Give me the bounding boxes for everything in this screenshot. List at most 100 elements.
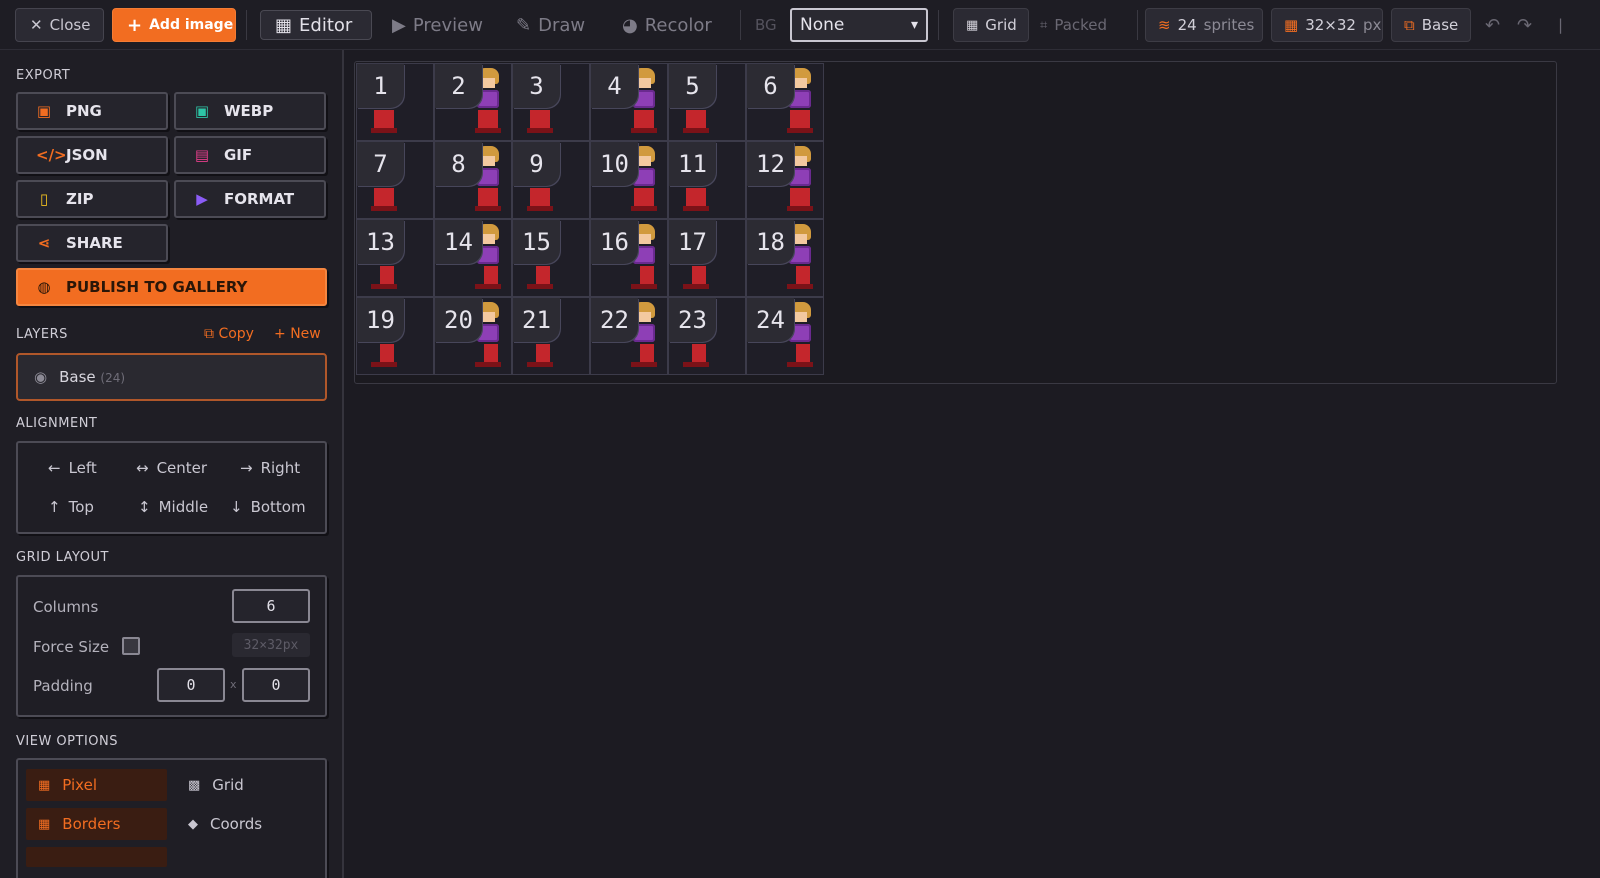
sprite-cell[interactable]: 24 bbox=[746, 297, 824, 375]
sprite-index-label: 21 bbox=[513, 298, 560, 342]
padding-label: Padding bbox=[33, 677, 93, 695]
sprite-cell[interactable]: 3 bbox=[512, 63, 590, 141]
export-format-button[interactable]: ▶ FORMAT bbox=[174, 180, 326, 218]
sprite-cell[interactable]: 5 bbox=[668, 63, 746, 141]
sprite-cell[interactable]: 23 bbox=[668, 297, 746, 375]
sprite-cell[interactable]: 22 bbox=[590, 297, 668, 375]
view-borders-toggle[interactable]: ▦ Borders bbox=[26, 808, 167, 840]
file-export-icon: ▶ bbox=[196, 190, 208, 208]
border-icon: ▦ bbox=[38, 816, 51, 832]
sprite-sheet[interactable]: 1 2 3 4 5 6 7 8 9 10 11 12 13 14 15 16 17 18 19 20 21 22 23 24 bbox=[356, 63, 824, 375]
sprite-index-label: 4 bbox=[591, 64, 638, 108]
sprite-index-label: 3 bbox=[513, 64, 560, 108]
sprite-cell[interactable]: 1 bbox=[356, 63, 434, 141]
tab-editor[interactable]: ▦ Editor bbox=[260, 10, 372, 40]
divider bbox=[740, 10, 741, 40]
layer-row-base[interactable]: ◉ Base (24) bbox=[16, 353, 327, 401]
copy-layer-button[interactable]: ⧉ Copy bbox=[204, 326, 254, 342]
sprite-cell[interactable]: 18 bbox=[746, 219, 824, 297]
divider bbox=[938, 10, 939, 40]
align-right-button[interactable]: → Right bbox=[240, 459, 300, 477]
close-button[interactable]: ✕ Close bbox=[15, 8, 104, 42]
top-toolbar: ✕ Close + Add image ▦ Editor ▶ Preview ✎… bbox=[0, 0, 1600, 50]
sprite-cell[interactable]: 17 bbox=[668, 219, 746, 297]
more-icon[interactable]: | bbox=[1558, 8, 1563, 42]
sprite-index-label: 8 bbox=[435, 142, 482, 186]
grid-dots-icon: ▩ bbox=[188, 777, 201, 793]
divider bbox=[246, 10, 247, 40]
grid-icon: ▦ bbox=[1284, 16, 1299, 34]
add-image-button[interactable]: + Add image bbox=[112, 8, 236, 42]
align-bottom-button[interactable]: ↓ Bottom bbox=[230, 498, 306, 516]
tag-icon: ◆ bbox=[188, 816, 198, 832]
sprite-cell[interactable]: 11 bbox=[668, 141, 746, 219]
archive-icon: ▯ bbox=[39, 190, 49, 208]
export-gif-button[interactable]: ▤ GIF bbox=[174, 136, 326, 174]
sprite-cell[interactable]: 14 bbox=[434, 219, 512, 297]
redo-icon[interactable]: ↷ bbox=[1517, 8, 1532, 42]
view-grid-toggle[interactable]: ▩ Grid bbox=[176, 769, 244, 801]
sprite-cell[interactable]: 21 bbox=[512, 297, 590, 375]
sprite-count-badge: ≋ 24 sprites bbox=[1145, 8, 1263, 42]
arrows-horizontal-icon: ↔ bbox=[136, 459, 149, 477]
export-json-button[interactable]: </> JSON bbox=[16, 136, 168, 174]
sprite-cell[interactable]: 2 bbox=[434, 63, 512, 141]
sprite-index-label: 22 bbox=[591, 298, 638, 342]
padding-x-input[interactable]: 0 bbox=[157, 668, 225, 702]
tab-recolor[interactable]: ◕ Recolor bbox=[608, 8, 726, 42]
sprite-cell[interactable]: 9 bbox=[512, 141, 590, 219]
grid-icon: ▦ bbox=[966, 17, 979, 33]
sprite-cell[interactable]: 10 bbox=[590, 141, 668, 219]
film-icon: ▤ bbox=[194, 146, 210, 164]
sprite-cell[interactable]: 16 bbox=[590, 219, 668, 297]
export-zip-button[interactable]: ▯ ZIP bbox=[16, 180, 168, 218]
sprite-size-badge: ▦ 32×32 px bbox=[1271, 8, 1383, 42]
layout-grid-button[interactable]: ▦ Grid bbox=[953, 8, 1029, 42]
sprite-cell[interactable]: 12 bbox=[746, 141, 824, 219]
export-webp-button[interactable]: ▣ WEBP bbox=[174, 92, 326, 130]
view-option-partial[interactable] bbox=[26, 847, 167, 867]
sprite-cell[interactable]: 8 bbox=[434, 141, 512, 219]
sprite-cell[interactable]: 13 bbox=[356, 219, 434, 297]
sprite-cell[interactable]: 6 bbox=[746, 63, 824, 141]
sprite-index-label: 24 bbox=[747, 298, 794, 342]
sprite-cell[interactable]: 15 bbox=[512, 219, 590, 297]
share-button[interactable]: ⋖ SHARE bbox=[16, 224, 168, 262]
align-left-button[interactable]: ← Left bbox=[48, 459, 97, 477]
bg-select[interactable]: None ▾ bbox=[790, 8, 928, 42]
arrows-vertical-icon: ↕ bbox=[138, 498, 151, 516]
grid-icon: ▦ bbox=[38, 777, 51, 793]
export-png-button[interactable]: ▣ PNG bbox=[16, 92, 168, 130]
view-coords-toggle[interactable]: ◆ Coords bbox=[176, 808, 262, 840]
sprite-index-label: 14 bbox=[435, 220, 482, 264]
sprite-index-label: 2 bbox=[435, 64, 482, 108]
sprite-cell[interactable]: 19 bbox=[356, 297, 434, 375]
layout-packed-button[interactable]: ⌗ Packed bbox=[1040, 8, 1107, 42]
layers-title: LAYERS bbox=[16, 327, 68, 342]
undo-icon[interactable]: ↶ bbox=[1485, 8, 1500, 42]
tab-preview[interactable]: ▶ Preview bbox=[378, 8, 497, 42]
image-icon: ▣ bbox=[194, 102, 210, 120]
sprite-index-label: 18 bbox=[747, 220, 794, 264]
sprite-index-label: 10 bbox=[591, 142, 638, 186]
tab-draw[interactable]: ✎ Draw bbox=[502, 8, 599, 42]
view-pixel-toggle[interactable]: ▦ Pixel bbox=[26, 769, 167, 801]
padding-y-input[interactable]: 0 bbox=[242, 668, 310, 702]
align-top-button[interactable]: ↑ Top bbox=[48, 498, 94, 516]
sprite-cell[interactable]: 7 bbox=[356, 141, 434, 219]
sprite-index-label: 19 bbox=[357, 298, 404, 342]
new-layer-button[interactable]: + New bbox=[274, 326, 321, 342]
publish-to-gallery-button[interactable]: ◍ PUBLISH TO GALLERY bbox=[16, 268, 327, 306]
plus-icon: + bbox=[127, 14, 143, 36]
packed-icon: ⌗ bbox=[1040, 17, 1048, 33]
code-icon: </> bbox=[36, 146, 67, 164]
force-size-checkbox[interactable] bbox=[122, 637, 140, 655]
align-center-button[interactable]: ↔ Center bbox=[136, 459, 207, 477]
align-middle-button[interactable]: ↕ Middle bbox=[138, 498, 208, 516]
sprite-cell[interactable]: 20 bbox=[434, 297, 512, 375]
arrow-right-icon: → bbox=[240, 459, 253, 477]
sprite-index-label: 7 bbox=[357, 142, 404, 186]
sprite-cell[interactable]: 4 bbox=[590, 63, 668, 141]
current-layer-badge[interactable]: ⧉ Base bbox=[1391, 8, 1471, 42]
columns-input[interactable]: 6 bbox=[232, 589, 310, 623]
